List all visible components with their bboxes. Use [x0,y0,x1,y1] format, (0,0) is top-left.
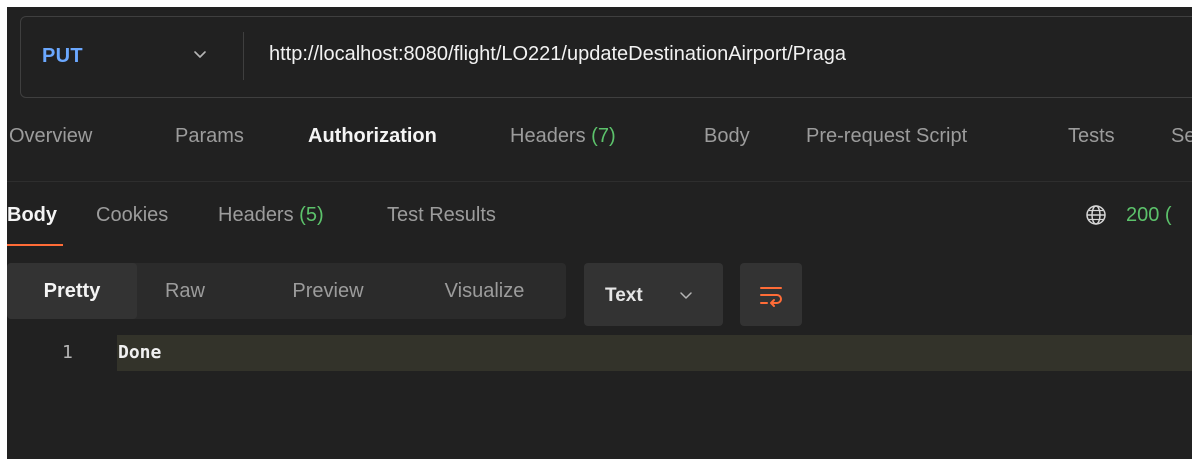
tab-body[interactable]: Body [704,125,750,148]
method-label: PUT [42,45,83,67]
tab-params[interactable]: Params [175,125,244,148]
response-type-label: Text [605,285,643,306]
tab-overview[interactable]: Overview [9,125,92,148]
response-tab-headers-label: Headers [218,204,294,226]
format-preview-button[interactable]: Preview [265,263,391,319]
url-divider [243,32,244,80]
tab-tests[interactable]: Tests [1068,125,1115,148]
response-tab-headers[interactable]: Headers (5) [218,204,324,227]
request-url-bar: PUT [20,16,1192,98]
method-select[interactable]: PUT [21,17,243,97]
response-status-code: 200 ( [1126,204,1172,226]
response-tab-cookies[interactable]: Cookies [96,204,168,227]
url-input[interactable] [269,43,1169,66]
chevron-down-icon [194,51,206,58]
postman-app: PUT Overview Params Authorization Header… [7,7,1192,459]
tab-pre-request-script[interactable]: Pre-request Script [806,125,967,148]
format-visualize-button[interactable]: Visualize [419,263,550,319]
tab-settings[interactable]: Se [1171,125,1192,148]
response-type-select[interactable]: Text [584,263,723,326]
globe-icon[interactable] [1085,204,1107,226]
request-tabs-divider [7,181,1192,182]
tab-headers-count: (7) [591,125,616,147]
tab-headers[interactable]: Headers (7) [510,125,616,148]
response-tab-active-indicator [7,244,63,246]
wrap-lines-button[interactable] [740,263,802,326]
response-tab-test-results[interactable]: Test Results [387,204,496,227]
format-pretty-button[interactable]: Pretty [7,263,137,319]
chevron-down-icon [680,292,692,299]
format-segmented-control: Pretty Raw Preview Visualize [7,263,566,319]
response-tab-body[interactable]: Body [7,204,57,227]
tab-authorization[interactable]: Authorization [308,125,437,148]
response-body-line[interactable]: Done [118,342,161,363]
line-number: 1 [62,342,73,363]
wrap-lines-icon [760,287,782,307]
response-tab-headers-count: (5) [299,204,324,226]
format-raw-button[interactable]: Raw [137,263,233,319]
code-line-highlight [117,335,1192,371]
tab-headers-label: Headers [510,125,586,147]
